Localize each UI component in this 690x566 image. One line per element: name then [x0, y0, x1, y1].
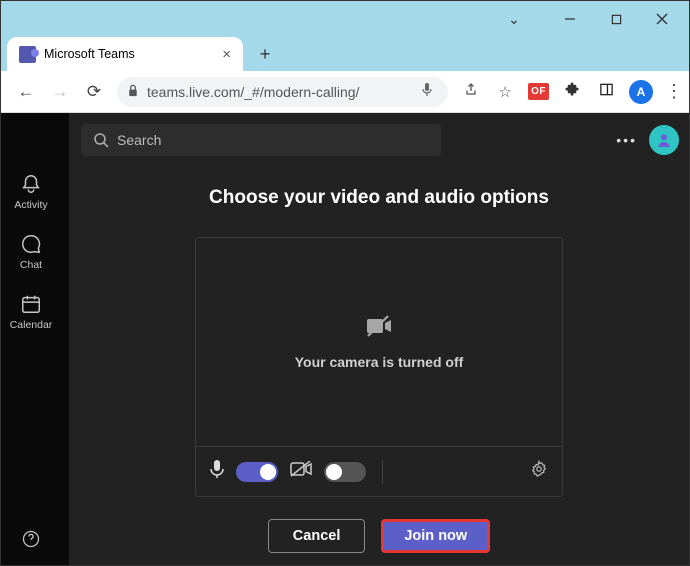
- prejoin-heading: Choose your video and audio options: [209, 187, 549, 209]
- camera-off-icon: [365, 315, 393, 342]
- window-titlebar: ⌄: [1, 1, 689, 37]
- prejoin-actions: Cancel Join now: [268, 519, 490, 553]
- toolbar-divider: [382, 460, 518, 484]
- tab-title: Microsoft Teams: [44, 47, 135, 61]
- cancel-button[interactable]: Cancel: [268, 519, 366, 553]
- video-preview-area: Your camera is turned off: [196, 238, 562, 446]
- rail-label: Calendar: [10, 319, 53, 331]
- address-bar[interactable]: teams.live.com/_#/modern-calling/: [117, 77, 448, 107]
- search-placeholder: Search: [117, 132, 161, 148]
- left-rail: Activity Chat Calendar: [1, 113, 61, 565]
- help-button[interactable]: [21, 529, 41, 549]
- rail-calendar[interactable]: Calendar: [10, 293, 53, 331]
- forward-button[interactable]: →: [49, 82, 71, 102]
- meeting-prejoin: Choose your video and audio options Your…: [69, 113, 689, 565]
- video-preview-card: Your camera is turned off: [195, 237, 563, 497]
- url-text: teams.live.com/_#/modern-calling/: [147, 84, 408, 100]
- side-panel-icon[interactable]: [595, 82, 617, 101]
- microphone-icon: [210, 459, 224, 484]
- camera-off-text: Your camera is turned off: [295, 354, 464, 370]
- tab-close-button[interactable]: ×: [222, 46, 231, 63]
- browser-tab[interactable]: Microsoft Teams ×: [7, 37, 243, 71]
- top-bar: Search •••: [61, 113, 689, 167]
- device-toolbar: [196, 446, 562, 496]
- camera-icon: [290, 461, 312, 482]
- window-caret-icon[interactable]: ⌄: [491, 5, 537, 33]
- window-close-button[interactable]: [639, 5, 685, 33]
- browser-toolbar: ← → ⟳ teams.live.com/_#/modern-calling/ …: [1, 71, 689, 113]
- chrome-menu-button[interactable]: ⋮: [665, 81, 683, 102]
- minimize-button[interactable]: [547, 5, 593, 33]
- teams-profile-avatar[interactable]: [649, 125, 679, 155]
- reload-button[interactable]: ⟳: [83, 82, 105, 102]
- rail-label: Activity: [14, 199, 47, 211]
- microphone-toggle[interactable]: [236, 462, 278, 482]
- extensions-icon[interactable]: [561, 82, 583, 101]
- back-button[interactable]: ←: [15, 82, 37, 102]
- rail-label: Chat: [20, 259, 42, 271]
- bookmark-star-icon[interactable]: ☆: [494, 83, 516, 101]
- teams-app: Activity Chat Calendar Search •••: [1, 113, 689, 565]
- maximize-button[interactable]: [593, 5, 639, 33]
- browser-tabbar: Microsoft Teams × +: [1, 37, 689, 71]
- device-settings-button[interactable]: [530, 460, 548, 483]
- share-icon[interactable]: [460, 82, 482, 102]
- search-icon: [93, 132, 109, 148]
- new-tab-button[interactable]: +: [251, 40, 279, 68]
- search-input[interactable]: Search: [81, 124, 441, 156]
- more-options-button[interactable]: •••: [616, 132, 637, 148]
- rail-activity[interactable]: Activity: [14, 173, 47, 211]
- lock-icon: [127, 84, 139, 100]
- rail-chat[interactable]: Chat: [20, 233, 42, 271]
- join-now-button[interactable]: Join now: [381, 519, 490, 553]
- extension-badge[interactable]: OF: [528, 83, 549, 100]
- teams-favicon-icon: [19, 46, 36, 63]
- camera-toggle[interactable]: [324, 462, 366, 482]
- voice-search-icon[interactable]: [416, 82, 438, 102]
- chrome-profile-avatar[interactable]: A: [629, 80, 653, 104]
